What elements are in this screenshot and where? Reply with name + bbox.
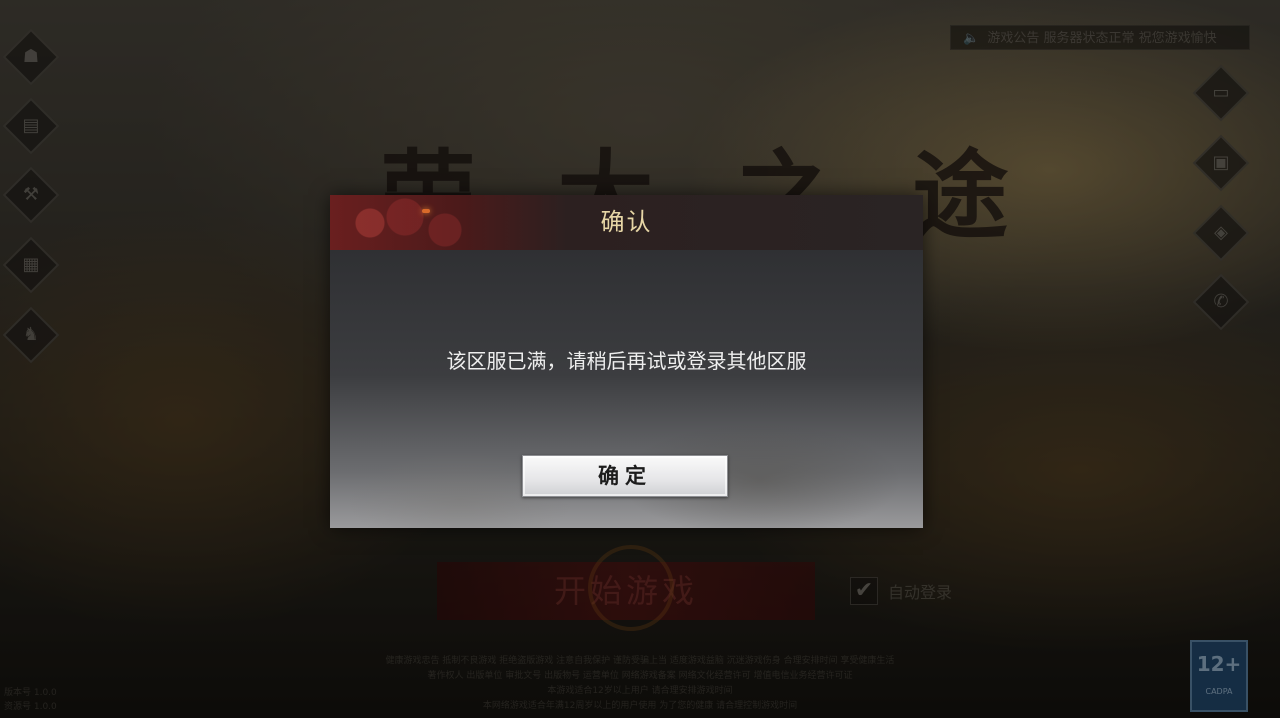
confirm-dialog: 确认 该区服已满，请稍后再试或登录其他区服 确定	[330, 195, 923, 528]
dialog-message: 该区服已满，请稍后再试或登录其他区服	[446, 349, 807, 373]
confirm-button[interactable]: 确定	[522, 455, 728, 497]
dialog-title: 确认	[600, 208, 653, 236]
dialog-header: 确认	[330, 195, 923, 251]
game-login-screen: 荣 大 之 途 🔈 游戏公告 服务器状态正常 祝您游戏愉快 ☗ ▤ ⚒ ▦ ♞ …	[0, 0, 1280, 718]
